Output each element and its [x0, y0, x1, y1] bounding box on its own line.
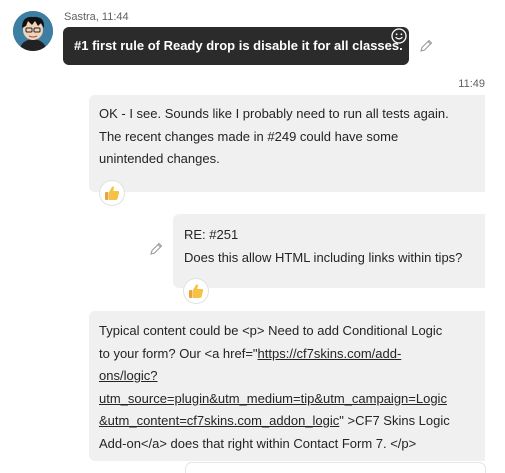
- edit-pencil-icon[interactable]: [148, 241, 164, 257]
- incoming-timestamp: 11:44: [101, 11, 129, 23]
- message-text-line: Add-on</a> does that right within Contac…: [99, 435, 417, 451]
- thumbs-up-reaction[interactable]: [184, 279, 208, 303]
- outgoing-message-bubble[interactable]: RE: #251 Does this allow HTML including …: [173, 214, 485, 288]
- incoming-message-header: Sastra, 11:44: [64, 11, 129, 23]
- message-link[interactable]: &utm_content=cf7skins.com_addon_logic: [99, 413, 339, 428]
- add-reaction-icon[interactable]: [390, 27, 408, 45]
- message-text-line: Does this allow HTML including links wit…: [184, 249, 463, 265]
- edit-pencil-icon[interactable]: [418, 38, 434, 54]
- outgoing-message-bubble[interactable]: OK - I see. Sounds like I probably need …: [89, 95, 485, 192]
- message-text-line: Typical content could be <p> Need to add…: [99, 323, 443, 338]
- thumbs-up-reaction[interactable]: [100, 181, 124, 205]
- outgoing-timestamp: 11:49: [458, 78, 485, 90]
- outgoing-message-bubble[interactable]: Typical content could be <p> Need to add…: [89, 311, 485, 461]
- message-text-line: unintended changes.: [99, 151, 220, 166]
- message-text: " >CF7 Skins Logic: [339, 413, 450, 428]
- incoming-message-text: #1 first rule of Ready drop is disable i…: [74, 38, 403, 53]
- avatar-image: [13, 11, 53, 51]
- sender-avatar[interactable]: [13, 11, 53, 51]
- incoming-message-bubble[interactable]: #1 first rule of Ready drop is disable i…: [63, 27, 409, 65]
- message-text-line: RE: #251: [184, 227, 239, 242]
- message-link[interactable]: ons/logic?: [99, 365, 475, 388]
- message-text: to your form? Our <a href=": [99, 345, 258, 361]
- next-message-bubble: [186, 463, 485, 473]
- sender-name: Sastra: [64, 11, 96, 23]
- message-text-line: OK - I see. Sounds like I probably need …: [99, 106, 449, 121]
- message-link[interactable]: utm_source=plugin&utm_medium=tip&utm_cam…: [99, 388, 475, 411]
- message-link[interactable]: https://cf7skins.com/add-: [258, 346, 402, 361]
- message-text-line: to your form? Our <a href="https://cf7sk…: [99, 343, 475, 366]
- thumbs-up-icon: [105, 186, 120, 200]
- thumbs-up-icon: [189, 284, 204, 298]
- message-text-line: The recent changes made in #249 could ha…: [99, 128, 399, 144]
- message-text-line: &utm_content=cf7skins.com_addon_logic" >…: [99, 410, 475, 433]
